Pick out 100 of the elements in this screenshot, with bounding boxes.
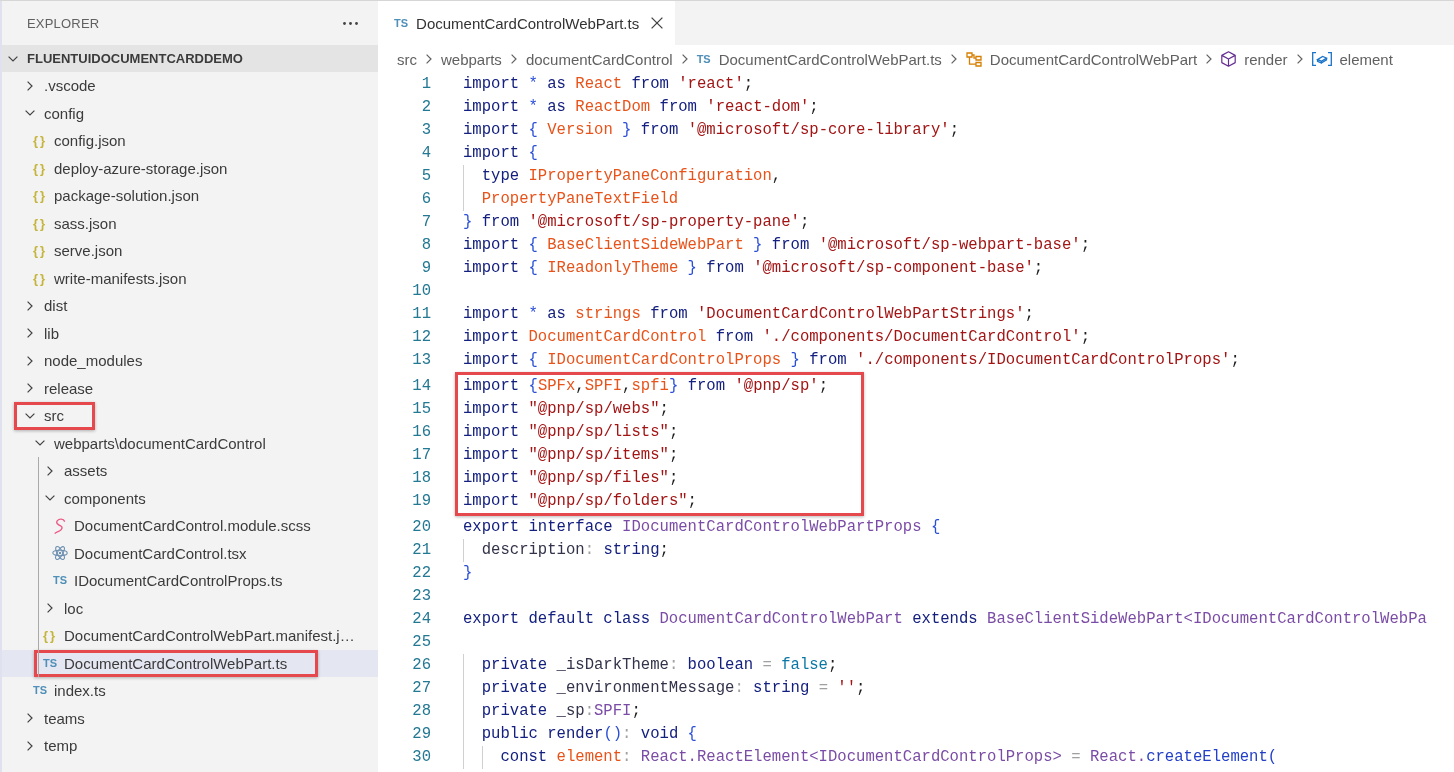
line-number: 26 xyxy=(411,655,431,676)
tree-item[interactable]: TS index.ts xyxy=(2,677,378,705)
line-number: 12 xyxy=(411,327,431,348)
tree-item[interactable]: TS DocumentCardControlWebPart.ts xyxy=(2,649,378,677)
line-number: 20 xyxy=(411,517,431,538)
tree-item[interactable]: {} deploy-azure-storage.json xyxy=(2,154,378,182)
line-number: 6 xyxy=(420,189,431,210)
tree-item[interactable]: .vscode xyxy=(2,72,378,100)
chevron-down-icon[interactable] xyxy=(25,110,35,117)
chevron-right-icon[interactable] xyxy=(27,328,33,339)
tree-item[interactable]: dist xyxy=(2,292,378,320)
line-number: 19 xyxy=(411,491,431,512)
breadcrumb-item[interactable]: TS DocumentCardControlWebPart.ts xyxy=(696,50,942,68)
tree-item[interactable]: lib xyxy=(2,319,378,347)
line-number: 22 xyxy=(411,563,431,584)
file-type-label: {} xyxy=(32,189,48,203)
branch-icon xyxy=(965,51,982,67)
tree-item[interactable]: node_modules xyxy=(2,347,378,375)
tree-item[interactable]: src xyxy=(2,402,378,430)
line-number: 27 xyxy=(411,678,431,699)
line-number: 3 xyxy=(420,120,431,141)
tree-item[interactable]: DocumentCardControl.tsx xyxy=(2,539,378,567)
chevron-right-icon[interactable] xyxy=(27,300,33,311)
line-number: 4 xyxy=(420,143,431,164)
line-number: 21 xyxy=(411,540,431,561)
line-number: 9 xyxy=(420,258,431,279)
breadcrumb-item[interactable]: src xyxy=(397,50,417,68)
chevron-down-icon[interactable] xyxy=(45,495,55,502)
tree-item[interactable]: {} package-solution.json xyxy=(2,182,378,210)
line-number: 1 xyxy=(420,74,431,95)
line-number: 5 xyxy=(420,166,431,187)
chevron-right-icon[interactable] xyxy=(27,355,33,366)
file-type-label: {} xyxy=(32,271,48,285)
file-type-label: {} xyxy=(42,629,58,643)
tree-item[interactable]: {} config.json xyxy=(2,127,378,155)
tree-item[interactable]: webparts\documentCardControl xyxy=(2,429,378,457)
line-number: 24 xyxy=(411,609,431,630)
line-number: 14 xyxy=(411,376,431,397)
chevron-right-icon[interactable] xyxy=(47,603,53,614)
tree-item[interactable]: DocumentCardControl.module.scss xyxy=(2,512,378,540)
line-number: 17 xyxy=(411,445,431,466)
line-number: 13 xyxy=(411,350,431,371)
chevron-right-icon[interactable] xyxy=(27,80,33,91)
chevron-right-icon xyxy=(950,54,957,64)
tree-item[interactable]: loc xyxy=(2,594,378,622)
breadcrumb-item[interactable]: DocumentCardControlWebPart xyxy=(965,50,1198,68)
line-number: 25 xyxy=(411,632,431,653)
line-number: 29 xyxy=(411,724,431,745)
file-type-label: TS xyxy=(696,53,711,65)
breadcrumb-item[interactable]: webparts xyxy=(441,50,502,68)
tree-item[interactable]: {} serve.json xyxy=(2,237,378,265)
file-type-label: TS xyxy=(32,685,48,697)
breadcrumb-item[interactable]: element xyxy=(1311,50,1393,68)
cube-icon xyxy=(1221,51,1237,67)
line-number: 18 xyxy=(411,468,431,489)
line-number: 2 xyxy=(420,97,431,118)
file-type-label: {} xyxy=(32,134,48,148)
tree-item[interactable]: {} sass.json xyxy=(2,209,378,237)
file-type-label: {} xyxy=(32,244,48,258)
chevron-right-icon[interactable] xyxy=(27,713,33,724)
more-icon[interactable] xyxy=(343,21,358,25)
tree-item[interactable]: config xyxy=(2,99,378,127)
swirl-icon xyxy=(54,517,66,534)
close-icon[interactable] xyxy=(651,17,664,29)
atom-icon xyxy=(52,545,68,562)
chevron-down-icon[interactable] xyxy=(35,440,45,447)
line-number: 7 xyxy=(420,212,431,233)
line-number: 11 xyxy=(411,304,431,325)
chevron-right-icon xyxy=(681,54,688,64)
chevron-down-icon[interactable] xyxy=(25,412,35,419)
file-type-label: TS xyxy=(42,657,58,669)
editor-tab[interactable]: TS DocumentCardControlWebPart.ts xyxy=(378,1,676,45)
chevron-right-icon xyxy=(1296,54,1303,64)
chevron-right-icon xyxy=(426,54,432,64)
line-number: 16 xyxy=(411,422,431,443)
panel-title: EXPLORER xyxy=(27,15,100,31)
file-type-label: {} xyxy=(32,216,48,230)
chevron-right-icon[interactable] xyxy=(27,383,33,394)
file-type-label: TS xyxy=(52,575,68,587)
tree-item[interactable]: components xyxy=(2,484,378,512)
tree-item[interactable]: {} DocumentCardControlWebPart.manifest.j… xyxy=(2,622,378,650)
line-number: 15 xyxy=(411,399,431,420)
breadcrumb-item[interactable]: documentCardControl xyxy=(525,50,673,68)
file-type-label: TS xyxy=(394,17,409,29)
chevron-right-icon xyxy=(510,54,517,64)
chevron-right-icon xyxy=(1206,54,1213,64)
tree-item[interactable]: temp xyxy=(2,732,378,760)
chevron-down-icon[interactable] xyxy=(8,55,18,62)
chevron-right-icon[interactable] xyxy=(47,465,53,476)
breadcrumb-item[interactable]: render xyxy=(1221,50,1288,68)
file-type-label: {} xyxy=(32,161,48,175)
tree-item[interactable]: teams xyxy=(2,704,378,732)
chevron-right-icon[interactable] xyxy=(27,740,33,751)
tree-item[interactable]: TS IDocumentCardControlProps.ts xyxy=(2,567,378,595)
project-header[interactable]: FLUENTUIDOCUMENTCARDDEMO xyxy=(2,45,378,72)
tree-item[interactable]: assets xyxy=(2,457,378,485)
line-number: 28 xyxy=(411,701,431,722)
tree-item[interactable]: {} write-manifests.json xyxy=(2,264,378,292)
line-number: 30 xyxy=(411,747,431,768)
tree-item[interactable]: release xyxy=(2,374,378,402)
